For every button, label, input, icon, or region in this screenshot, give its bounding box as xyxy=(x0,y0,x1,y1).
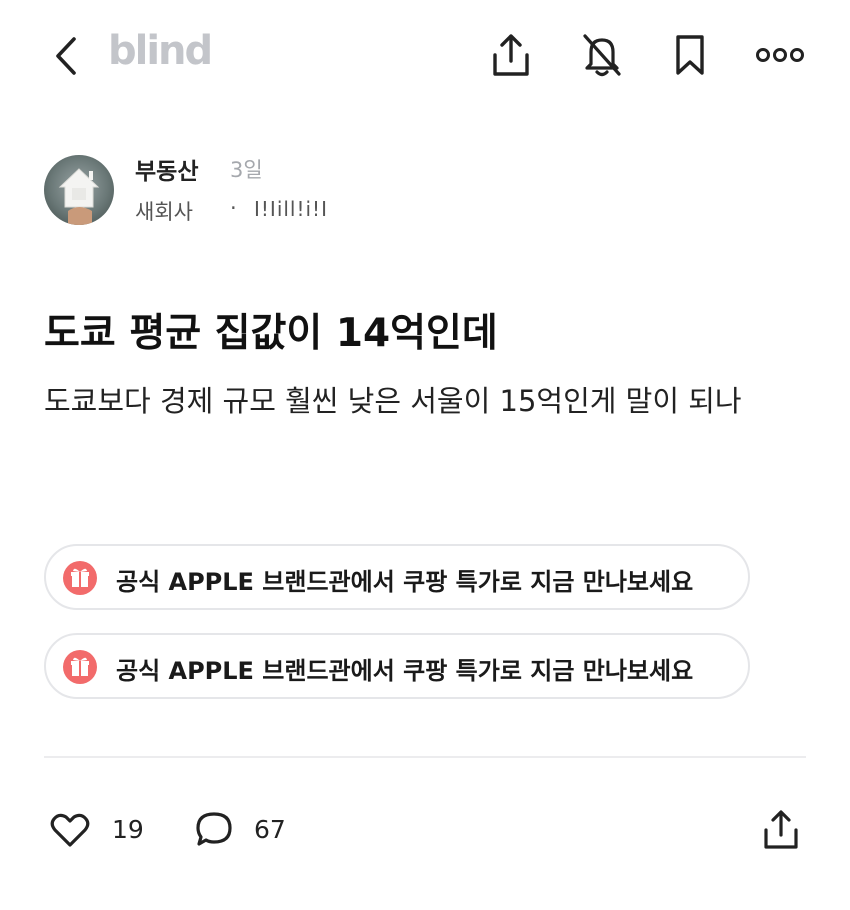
like-count: 19 xyxy=(112,815,144,844)
share-icon[interactable] xyxy=(760,808,802,852)
bookmark-icon[interactable] xyxy=(670,32,710,78)
author-handle: I!Iill!i!I xyxy=(254,197,328,221)
blind-logo: blind xyxy=(108,28,213,74)
separator-dot: · xyxy=(230,196,237,220)
gift-icon xyxy=(63,650,97,684)
comment-count: 67 xyxy=(254,815,286,844)
notification-off-icon[interactable] xyxy=(578,32,626,78)
author-company[interactable]: 새회사 xyxy=(135,196,193,226)
promo-text: 공식 APPLE 브랜드관에서 쿠팡 특가로 지금 만나보세요 xyxy=(116,568,694,596)
avatar[interactable] xyxy=(44,155,114,225)
post-time: 3일 xyxy=(230,158,263,182)
comment-icon[interactable] xyxy=(192,808,236,852)
share-icon[interactable] xyxy=(488,32,534,78)
back-icon[interactable] xyxy=(46,34,86,78)
promo-text: 공식 APPLE 브랜드관에서 쿠팡 특가로 지금 만나보세요 xyxy=(116,657,694,685)
like-icon[interactable] xyxy=(48,810,92,850)
post-body: 도쿄보다 경제 규모 훨씬 낮은 서울이 15억인게 말이 되나 xyxy=(44,384,742,418)
author-name[interactable]: 부동산 xyxy=(135,152,198,186)
promo-banner[interactable]: 공식 APPLE 브랜드관에서 쿠팡 특가로 지금 만나보세요 xyxy=(44,544,750,610)
top-bar: blind xyxy=(0,0,850,112)
post-title: 도쿄 평균 집값이 14억인데 xyxy=(44,311,498,356)
promo-banner[interactable]: 공식 APPLE 브랜드관에서 쿠팡 특가로 지금 만나보세요 xyxy=(44,633,750,699)
author-info: 부동산 3일 새회사 · I!Iill!i!I xyxy=(44,152,744,232)
divider xyxy=(44,756,806,758)
gift-icon xyxy=(63,561,97,595)
more-icon[interactable] xyxy=(754,40,806,70)
